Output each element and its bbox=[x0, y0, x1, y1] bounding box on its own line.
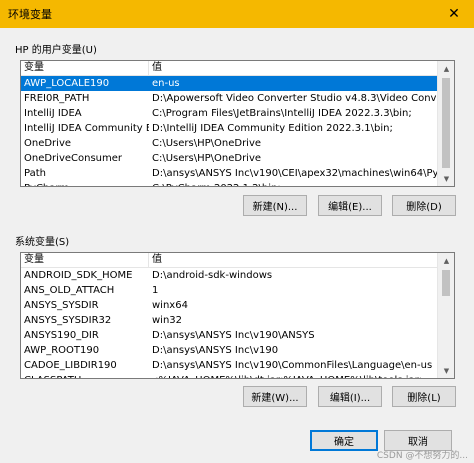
system-variables-rows: ANDROID_SDK_HOME D:\android-sdk-windows AN… bbox=[21, 268, 454, 378]
variable-name: FREI0R_PATH bbox=[24, 93, 90, 104]
variable-value: D:\ansys\ANSYS Inc\v190\CEI\apex32\machi… bbox=[152, 168, 439, 179]
watermark: CSDN @不想努力的... bbox=[376, 451, 468, 461]
window-title: 环境变量 bbox=[8, 8, 52, 21]
system-list-vertical-scrollbar[interactable]: ▲ ▼ bbox=[437, 253, 454, 378]
variable-value: D:\ansys\ANSYS Inc\v190 bbox=[152, 345, 279, 356]
variable-name: IntelliJ IDEA Community Ed... bbox=[24, 123, 149, 134]
variable-name: ANSYS_SYSDIR bbox=[24, 300, 99, 311]
table-row[interactable]: ANSYS_SYSDIR winx64 bbox=[21, 298, 454, 313]
scroll-thumb[interactable] bbox=[442, 78, 450, 168]
column-header-variable[interactable]: 变量 bbox=[21, 253, 149, 267]
system-variables-list[interactable]: 变量 值 ANDROID_SDK_HOME D:\android-sdk-wind… bbox=[20, 252, 455, 379]
variable-name: AWP_LOCALE190 bbox=[24, 78, 110, 89]
close-icon[interactable]: ✕ bbox=[434, 0, 474, 28]
column-header-variable[interactable]: 变量 bbox=[21, 61, 149, 75]
user-new-button[interactable]: 新建(N)... bbox=[243, 195, 307, 216]
scroll-down-icon[interactable]: ▼ bbox=[438, 363, 454, 378]
user-list-vertical-scrollbar[interactable]: ▲ ▼ bbox=[437, 61, 454, 186]
variable-value: C:\Program Files\JetBrains\IntelliJ IDEA… bbox=[152, 108, 412, 119]
variable-value: D:\ansys\ANSYS Inc\v190\ANSYS bbox=[152, 330, 315, 341]
variable-value: winx64 bbox=[152, 300, 188, 311]
column-header-value[interactable]: 值 bbox=[149, 253, 162, 267]
table-row[interactable]: CLASSPATH.;%JAVA_HOME%\lib\dt.jar;%JAVA_… bbox=[21, 373, 454, 378]
table-row[interactable]: Path D:\ansys\ANSYS Inc\v190\CEI\apex32\m… bbox=[21, 166, 454, 181]
variable-value: D:\ansys\ANSYS Inc\v190\CommonFiles\Lang… bbox=[152, 360, 433, 371]
variable-name: OneDriveConsumer bbox=[24, 153, 123, 164]
user-variables-list[interactable]: 变量 值 AWP_LOCALE190 en-us FREI0R_PATH D:\Apo… bbox=[20, 60, 455, 187]
scroll-up-icon[interactable]: ▲ bbox=[438, 61, 454, 76]
system-variables-header: 变量 值 bbox=[21, 253, 454, 268]
user-delete-button[interactable]: 删除(D) bbox=[392, 195, 456, 216]
column-header-value[interactable]: 值 bbox=[149, 61, 162, 75]
variable-value: D:\Apowersoft Video Converter Studio v4.… bbox=[152, 93, 439, 104]
variable-value: C:\PyCharm 2022.1.2\bin; bbox=[149, 181, 439, 186]
variable-name: ANSYS190_DIR bbox=[24, 330, 99, 341]
variable-value: en-us bbox=[152, 78, 180, 89]
table-row[interactable]: ANSYS190_DIR D:\ansys\ANSYS Inc\v190\ANSY… bbox=[21, 328, 454, 343]
variable-name: ANDROID_SDK_HOME bbox=[24, 270, 133, 281]
system-variables-label: 系统变量(S) bbox=[15, 237, 70, 248]
variable-name: ANSYS_SYSDIR32 bbox=[24, 315, 112, 326]
user-variables-label: HP 的用户变量(U) bbox=[15, 45, 97, 56]
variable-name: ANS_OLD_ATTACH bbox=[24, 285, 115, 296]
variable-value: C:\Users\HP\OneDrive bbox=[152, 138, 262, 149]
table-row[interactable]: CADOE_LIBDIR190 D:\ansys\ANSYS Inc\v190\C… bbox=[21, 358, 454, 373]
variable-name: PyCharm bbox=[21, 181, 149, 186]
user-variables-rows: AWP_LOCALE190 en-us FREI0R_PATH D:\Apowerso… bbox=[21, 76, 454, 186]
variable-value: win32 bbox=[152, 315, 183, 326]
system-delete-button[interactable]: 删除(L) bbox=[392, 386, 456, 407]
table-row[interactable]: PyCharmC:\PyCharm 2022.1.2\bin; bbox=[21, 181, 454, 186]
user-variables-header: 变量 值 bbox=[21, 61, 454, 76]
ok-button[interactable]: 确定 bbox=[310, 430, 378, 451]
variable-value: C:\Users\HP\OneDrive bbox=[152, 153, 262, 164]
variable-name: AWP_ROOT190 bbox=[24, 345, 100, 356]
table-row[interactable]: ANSYS_SYSDIR32 win32 bbox=[21, 313, 454, 328]
variable-name: IntelliJ IDEA bbox=[24, 108, 82, 119]
variable-name: CLASSPATH bbox=[21, 373, 149, 378]
table-row[interactable]: AWP_LOCALE190 en-us bbox=[21, 76, 454, 91]
window-titlebar: 环境变量 ✕ bbox=[0, 0, 474, 28]
variable-value: .;%JAVA_HOME%\lib\dt.jar;%JAVA_HOME%\lib… bbox=[149, 373, 439, 378]
system-new-button[interactable]: 新建(W)... bbox=[243, 386, 307, 407]
variable-name: CADOE_LIBDIR190 bbox=[24, 360, 117, 371]
variable-name: Path bbox=[24, 168, 46, 179]
variable-value: 1 bbox=[152, 285, 159, 296]
table-row[interactable]: ANDROID_SDK_HOME D:\android-sdk-windows bbox=[21, 268, 454, 283]
scroll-thumb[interactable] bbox=[442, 270, 450, 296]
table-row[interactable]: IntelliJ IDEA C:\Program Files\JetBrains\… bbox=[21, 106, 454, 121]
table-row[interactable]: OneDrive C:\Users\HP\OneDrive bbox=[21, 136, 454, 151]
scroll-up-icon[interactable]: ▲ bbox=[438, 253, 454, 268]
table-row[interactable]: FREI0R_PATH D:\Apowersoft Video Converter… bbox=[21, 91, 454, 106]
table-row[interactable]: IntelliJ IDEA Community Ed...D:\IntelliJ… bbox=[21, 121, 454, 136]
scroll-down-icon[interactable]: ▼ bbox=[438, 171, 454, 186]
variable-value: D:\android-sdk-windows bbox=[152, 270, 273, 281]
variable-name: OneDrive bbox=[24, 138, 72, 149]
table-row[interactable]: AWP_ROOT190 D:\ansys\ANSYS Inc\v190 bbox=[21, 343, 454, 358]
user-edit-button[interactable]: 编辑(E)... bbox=[318, 195, 382, 216]
table-row[interactable]: OneDriveConsumer C:\Users\HP\OneDrive bbox=[21, 151, 454, 166]
variable-value: D:\IntelliJ IDEA Community Edition 2022.… bbox=[152, 123, 393, 134]
system-edit-button[interactable]: 编辑(I)... bbox=[318, 386, 382, 407]
table-row[interactable]: ANS_OLD_ATTACH 1 bbox=[21, 283, 454, 298]
